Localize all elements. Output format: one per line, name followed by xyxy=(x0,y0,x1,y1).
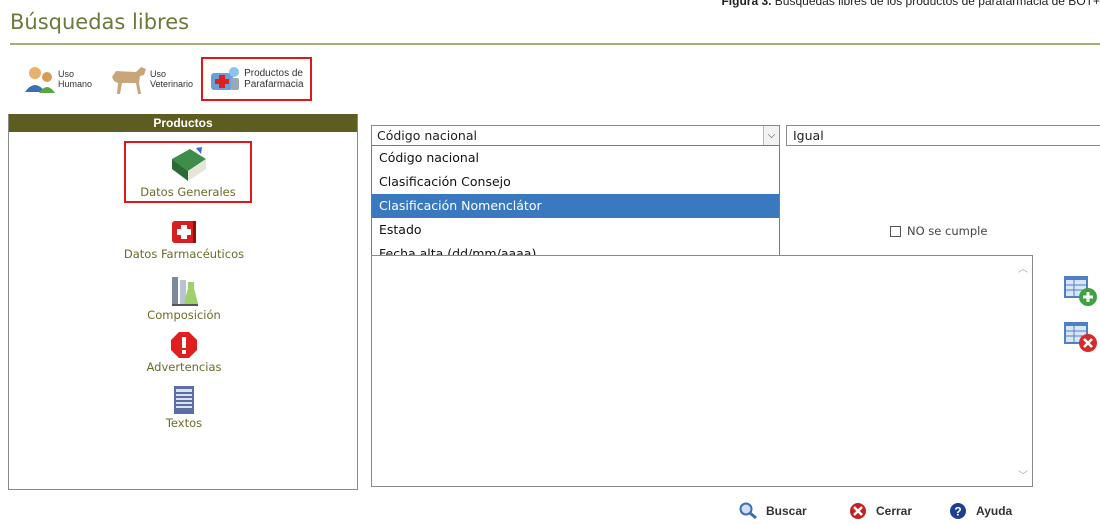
tab-uso-veterinario-line2: Veterinario xyxy=(150,79,194,89)
sidebar-item-advertencias[interactable]: Advertencias xyxy=(9,330,359,374)
field-select[interactable]: Código nacional ⌵ xyxy=(371,125,780,146)
tab-uso-humano-line2: Humano xyxy=(58,79,93,89)
warning-icon xyxy=(171,332,197,358)
search-icon xyxy=(739,502,757,520)
person-icon xyxy=(25,67,55,93)
chevron-down-icon[interactable]: ⌵ xyxy=(763,126,779,145)
tab-productos-parafarmacia-label: Productos de Parafarmacia xyxy=(244,68,303,90)
sidebar-item-advertencias-label: Advertencias xyxy=(146,360,222,374)
field-select-value: Código nacional xyxy=(377,128,477,143)
figure-caption: Figura 3. Búsquedas libres de los produc… xyxy=(721,0,1100,8)
first-aid-kit-icon xyxy=(211,67,240,90)
no-cumple-checkbox[interactable] xyxy=(890,225,901,237)
sidebar-heading: Productos xyxy=(9,114,357,132)
tab-uso-veterinario-label: Uso Veterinario xyxy=(150,69,193,89)
add-grid-icon xyxy=(1064,276,1097,306)
page-title: Búsquedas libres xyxy=(10,10,190,34)
productos-sidebar: Productos Datos Generales Datos Farmacéu… xyxy=(8,114,358,490)
sidebar-item-textos[interactable]: Textos xyxy=(9,384,359,430)
medical-case-icon xyxy=(172,221,196,243)
help-icon: ? xyxy=(950,503,966,519)
tab-productos-parafarmacia-line1: Productos de xyxy=(244,68,303,79)
horse-icon xyxy=(112,67,147,94)
dropdown-option[interactable]: Estado xyxy=(372,218,779,242)
dropdown-option[interactable]: Código nacional xyxy=(372,146,779,170)
close-icon xyxy=(850,503,866,519)
sidebar-item-datos-generales-label: Datos Generales xyxy=(140,185,236,199)
svg-text:?: ? xyxy=(954,505,961,519)
sidebar-item-textos-label: Textos xyxy=(165,416,203,430)
figure-caption-number: Figura 3. xyxy=(721,0,772,8)
figure-caption-text: Búsquedas libres de los productos de par… xyxy=(771,0,1100,8)
cerrar-label: Cerrar xyxy=(876,504,913,518)
dropdown-option[interactable]: Clasificación Consejo xyxy=(372,170,779,194)
operator-select[interactable]: Igual xyxy=(786,125,1100,146)
tab-uso-humano[interactable]: Uso Humano xyxy=(18,58,96,100)
tab-uso-veterinario-line1: Uso xyxy=(150,69,167,79)
sidebar-item-datos-farmaceuticos-label: Datos Farmacéuticos xyxy=(123,247,245,261)
tab-productos-parafarmacia-line2: Parafarmacia xyxy=(244,79,304,90)
document-text-icon xyxy=(174,386,194,414)
ayuda-button[interactable]: ? Ayuda xyxy=(948,502,1012,520)
buscar-label: Buscar xyxy=(766,504,807,518)
add-criteria-button[interactable] xyxy=(1062,272,1100,310)
remove-criteria-button[interactable] xyxy=(1062,318,1100,356)
sidebar-item-composicion[interactable]: Composición xyxy=(9,274,359,322)
uso-tabs: Uso Humano Uso Veterinario Productos de Par… xyxy=(18,57,312,101)
no-cumple-label: NO se cumple xyxy=(907,224,988,238)
remove-grid-icon xyxy=(1064,322,1097,352)
tab-uso-veterinario[interactable]: Uso Veterinario xyxy=(102,58,197,100)
dropdown-option[interactable]: Clasificación Nomenclátor xyxy=(372,194,779,218)
title-divider xyxy=(10,43,1100,45)
tab-productos-parafarmacia[interactable]: Productos de Parafarmacia xyxy=(201,57,312,101)
tab-uso-humano-line1: Uso xyxy=(58,69,75,79)
buscar-button[interactable]: Buscar xyxy=(738,502,807,520)
book-icon xyxy=(172,147,206,181)
ayuda-label: Ayuda xyxy=(976,504,1013,518)
scroll-up-icon[interactable]: ︿ xyxy=(1018,260,1028,275)
criteria-textarea[interactable]: ︿ ﹀ xyxy=(371,255,1033,487)
no-cumple-option[interactable]: NO se cumple xyxy=(890,224,987,238)
tab-uso-humano-label: Uso Humano xyxy=(58,69,92,89)
sidebar-item-composicion-label: Composición xyxy=(147,308,221,322)
sidebar-item-datos-farmaceuticos[interactable]: Datos Farmacéuticos xyxy=(9,217,359,261)
lab-flask-icon xyxy=(172,277,198,306)
cerrar-button[interactable]: Cerrar xyxy=(848,502,912,520)
operator-select-value: Igual xyxy=(793,128,824,143)
sidebar-item-datos-generales[interactable]: Datos Generales xyxy=(124,141,252,203)
scroll-down-icon[interactable]: ﹀ xyxy=(1018,467,1028,482)
